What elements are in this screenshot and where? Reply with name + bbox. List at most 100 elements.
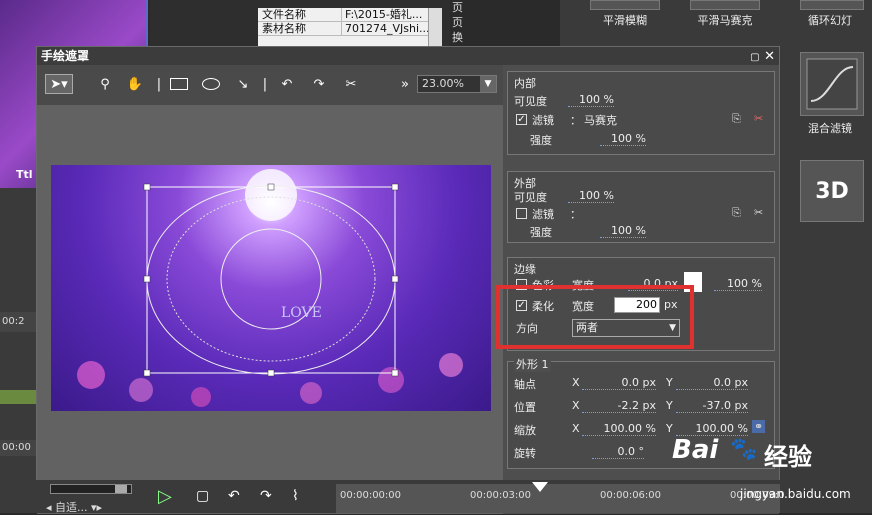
preview-viewport[interactable]: LOVE [51, 165, 491, 411]
mask-dialog: 手绘遮罩 ▢ ✕ ➤▾ ⚲ ✋ | ↘ | ↶ ↷ ✂ » 23.00% ▼ L… [36, 46, 780, 514]
preview-icon[interactable]: ▢ [196, 488, 209, 504]
edge-opacity-value[interactable]: 100 % [714, 277, 762, 291]
position-x-value[interactable]: -2.2 px [582, 399, 656, 413]
zoom-tool-icon[interactable]: ⚲ [95, 74, 115, 94]
select-tool-icon[interactable]: ➤▾ [45, 74, 73, 94]
watermark-url: jingyan.baidu.com [740, 487, 851, 501]
effect-label: 混合滤镜 [808, 122, 852, 135]
scissors-icon[interactable]: ✂ [341, 74, 361, 94]
line-tool-icon[interactable]: | [149, 74, 169, 94]
anchor-x-value[interactable]: 0.0 px [582, 376, 656, 390]
info-row: 素材名称 701274_VJshi... [258, 22, 428, 36]
x-label: X [572, 422, 580, 435]
filter-settings-icon[interactable]: ⎘ [732, 206, 741, 220]
x-label: X [572, 399, 580, 412]
zoom-select[interactable]: 23.00% ▼ [417, 75, 497, 93]
inner-strength-label: 强度 [530, 134, 552, 147]
blend-filter-tile[interactable] [800, 52, 864, 116]
timecode: 00:00:00:00 [340, 490, 402, 501]
paw-icon: 🐾 [730, 437, 758, 462]
close-icon[interactable]: ✕ [764, 49, 775, 64]
3d-label: 3D [815, 178, 849, 204]
inner-group: 内部 可见度 100 % ✓ 滤镜 ： 马赛克 ⎘ ✂ 强度 100 % [507, 71, 775, 155]
info-key: 素材名称 [258, 22, 342, 35]
effect-label: 平滑马赛克 [697, 14, 753, 27]
preview-label: Ttl [16, 168, 33, 181]
outer-group: 外部 可见度 100 % 滤镜 ： ⎘ ✂ 强度 100 % [507, 171, 775, 243]
filter-settings-icon[interactable]: ⎘ [732, 112, 741, 126]
edge-title: 边缘 [514, 263, 536, 276]
pen-tool-icon[interactable]: ↘ [233, 74, 253, 94]
scale-y-value[interactable]: 100.00 % [676, 422, 748, 436]
rotate-label: 旋转 [514, 447, 536, 460]
watermark-sub: 经验 [764, 443, 812, 471]
highlight-box [496, 285, 694, 349]
effect-label: 循环幻灯 [808, 14, 852, 27]
graph-icon[interactable]: ⌇ [292, 488, 299, 504]
curve-icon [806, 58, 858, 110]
effect-tile[interactable] [590, 0, 660, 10]
loop-back-icon[interactable]: ↶ [228, 488, 240, 504]
info-value: F:\2015-婚礼... [345, 8, 423, 21]
filter-clear-icon[interactable]: ✂ [754, 206, 763, 219]
anchor-y-value[interactable]: 0.0 px [676, 376, 748, 390]
side-char: 页 [452, 16, 463, 29]
outer-visibility-value[interactable]: 100 % [568, 189, 614, 203]
y-label: Y [666, 376, 673, 389]
fit-label: 自适... [55, 501, 88, 514]
inner-filter-label: 滤镜 [532, 114, 554, 127]
left-time-1: 00:2 [0, 312, 36, 332]
divider-icon: | [262, 76, 268, 92]
effect-tile[interactable] [800, 0, 864, 10]
y-label: Y [666, 422, 673, 435]
info-row: 文件名称 F:\2015-婚礼... [258, 8, 428, 22]
undo-icon[interactable]: ↶ [277, 74, 297, 94]
3d-tile[interactable]: 3D [800, 160, 864, 222]
position-label: 位置 [514, 401, 536, 414]
position-y-value[interactable]: -37.0 px [676, 399, 748, 413]
scale-x-value[interactable]: 100.00 % [582, 422, 656, 436]
inner-visibility-value[interactable]: 100 % [568, 93, 614, 107]
inner-filter-value: 马赛克 [584, 114, 617, 127]
timecode: 00:00:03:00 [470, 490, 532, 501]
redo-icon[interactable]: ↷ [309, 74, 329, 94]
watermark-brand: Bai [672, 435, 719, 465]
playhead-icon[interactable] [532, 482, 548, 492]
mask-overlay: LOVE [77, 169, 463, 407]
zoom-menu-icon[interactable]: » [395, 74, 415, 94]
play-icon[interactable]: ▷ [158, 486, 172, 507]
dialog-title: 手绘遮罩 [41, 49, 90, 63]
y-label: Y [666, 399, 673, 412]
effect-tile[interactable] [690, 0, 760, 10]
zoom-slider[interactable] [50, 484, 132, 494]
x-label: X [572, 376, 580, 389]
outer-visibility-label: 可见度 [514, 191, 547, 204]
side-char: 页 [452, 1, 463, 14]
inner-title: 内部 [514, 77, 536, 90]
side-chars: 页 页 换 [452, 0, 468, 45]
rectangle-tool-icon[interactable] [169, 74, 189, 94]
filter-clear-icon[interactable]: ✂ [754, 112, 763, 125]
loop-forward-icon[interactable]: ↷ [260, 488, 272, 504]
outer-filter-label: 滤镜 [532, 208, 554, 221]
inner-strength-value[interactable]: 100 % [600, 132, 646, 146]
shape-title: 外形 1 [514, 356, 551, 372]
link-icon[interactable]: ⚭ [752, 420, 766, 433]
dialog-titlebar[interactable]: 手绘遮罩 ▢ ✕ [37, 47, 779, 65]
restore-icon[interactable]: ▢ [750, 52, 759, 63]
mask-toolbar: ➤▾ ⚲ ✋ | ↘ | ↶ ↷ ✂ » 23.00% ▼ [37, 65, 503, 105]
outer-strength-label: 强度 [530, 226, 552, 239]
outer-strength-value[interactable]: 100 % [600, 224, 646, 238]
anchor-label: 轴点 [514, 378, 536, 391]
inner-filter-checkbox[interactable]: ✓ [516, 114, 527, 125]
ellipse-tool-icon[interactable] [201, 74, 221, 94]
slider-handle[interactable] [115, 485, 127, 493]
side-char: 换 [452, 31, 463, 44]
zoom-value: 23.00% [422, 77, 464, 90]
info-key: 文件名称 [258, 8, 342, 21]
hand-tool-icon[interactable]: ✋ [125, 74, 145, 94]
rotate-value[interactable]: 0.0 ° [592, 445, 644, 459]
chevron-down-icon[interactable]: ▼ [480, 76, 496, 92]
outer-filter-checkbox[interactable] [516, 208, 527, 219]
left-clip [0, 390, 36, 404]
